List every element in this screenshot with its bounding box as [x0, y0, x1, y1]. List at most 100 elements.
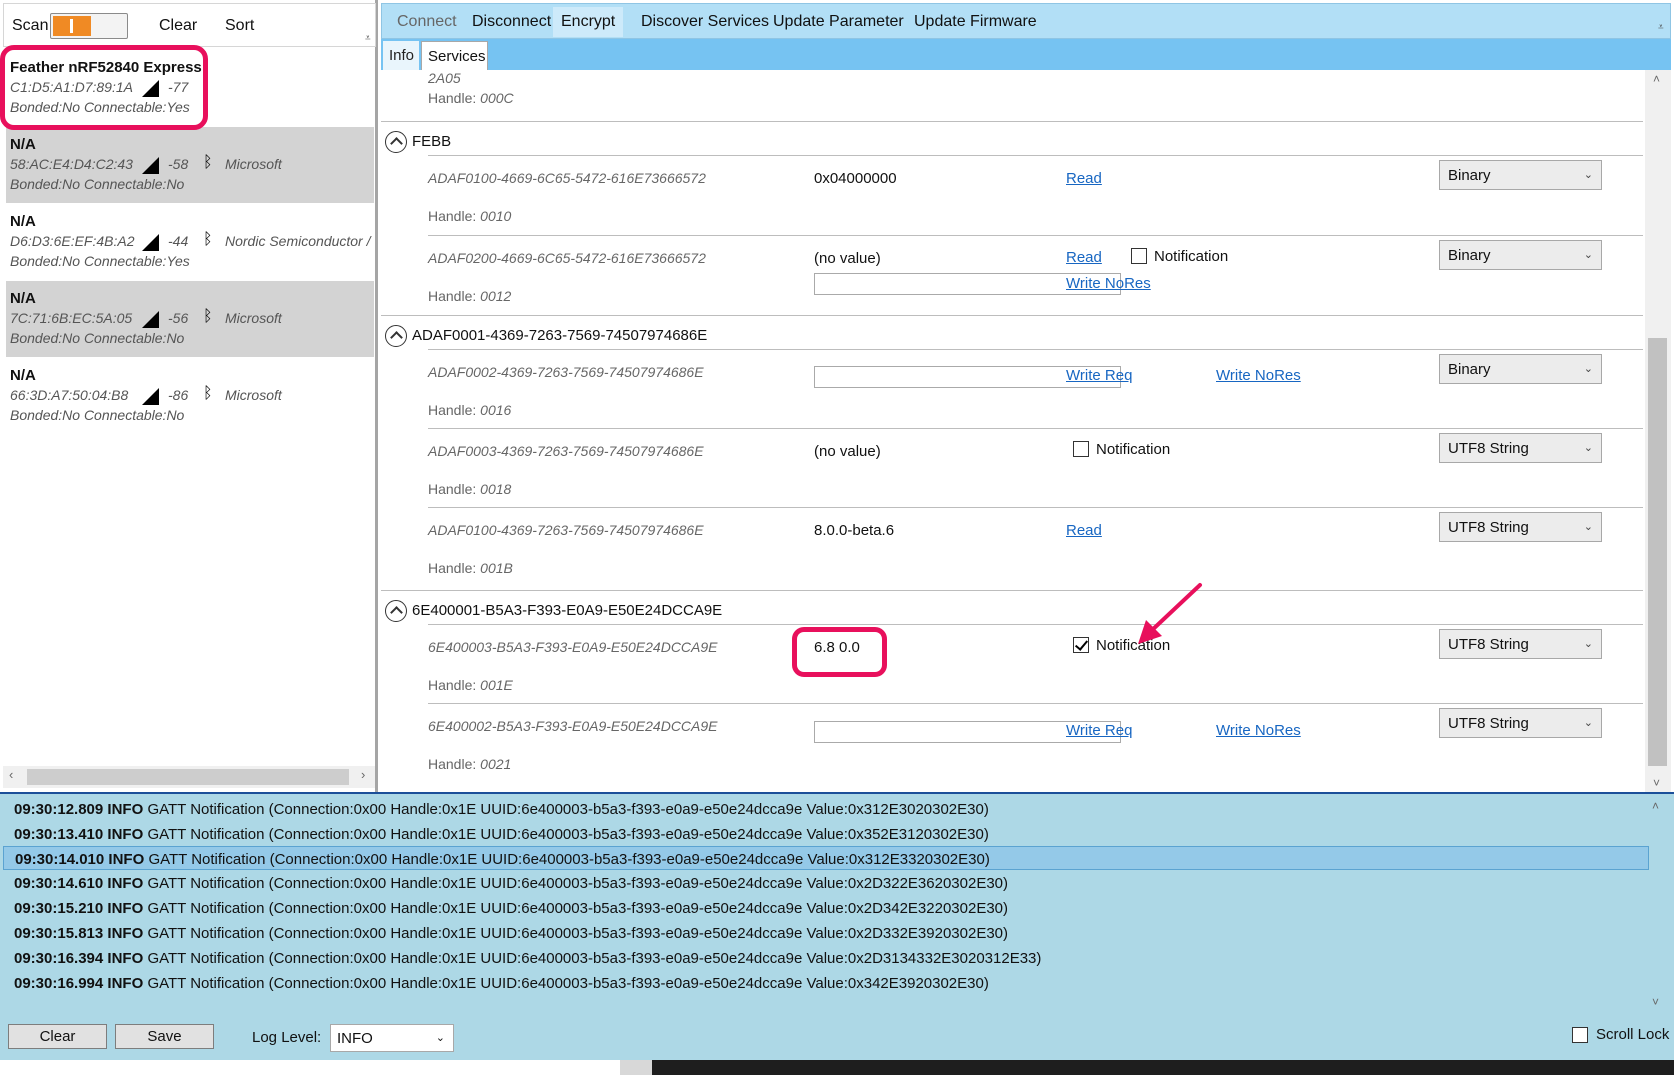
- vertical-scrollbar[interactable]: ˄ ˅: [1645, 70, 1671, 792]
- update-parameter-button[interactable]: Update Parameter: [773, 13, 904, 31]
- write-nores-link[interactable]: Write NoRes: [1216, 722, 1301, 739]
- save-log-button[interactable]: Save: [115, 1024, 214, 1049]
- chevron-down-icon: ⌄: [1583, 717, 1593, 729]
- clear-devices-button[interactable]: Clear: [159, 17, 197, 35]
- chevron-down-icon: ⌄: [1583, 169, 1593, 181]
- chevron-down-icon: ⌄: [1583, 521, 1593, 533]
- overflow-menu-icon[interactable]: ⩡: [1658, 22, 1664, 33]
- log-line[interactable]: 09:30:16.994 INFO GATT Notification (Con…: [3, 971, 1649, 995]
- format-dropdown[interactable]: UTF8 String ⌄: [1439, 433, 1602, 463]
- characteristic-value: (no value): [814, 250, 881, 267]
- write-nores-link[interactable]: Write NoRes: [1216, 367, 1301, 384]
- service-uuid: FEBB: [412, 133, 452, 150]
- characteristic-uuid: ADAF0200-4669-6C65-5472-616E73666572: [428, 250, 706, 266]
- service-header[interactable]: 6E400001-B5A3-F393-E0A9-E50E24DCCA9E: [381, 590, 1643, 624]
- characteristic-row: ADAF0200-4669-6C65-5472-616E73666572 Han…: [428, 235, 1643, 315]
- notification-checkbox[interactable]: [1073, 441, 1089, 457]
- device-item[interactable]: N/A 66:3D:A7:50:04:B8 -86 ᛒ Microsoft Bo…: [6, 358, 374, 434]
- log-scrollbar[interactable]: ˄ ˅: [1648, 797, 1668, 1011]
- write-req-link[interactable]: Write Req: [1066, 722, 1132, 739]
- annotation-arrow-icon: [1138, 583, 1202, 644]
- device-item[interactable]: N/A D6:D3:6E:EF:4B:A2 -44 ᛒ Nordic Semic…: [6, 204, 374, 280]
- characteristic-handle: Handle: 0021: [428, 756, 512, 772]
- scroll-down-icon[interactable]: ˅: [1653, 776, 1660, 790]
- format-dropdown[interactable]: Binary ⌄: [1439, 240, 1602, 270]
- format-dropdown[interactable]: UTF8 String ⌄: [1439, 629, 1602, 659]
- format-dropdown[interactable]: Binary ⌄: [1439, 160, 1602, 190]
- scroll-down-icon[interactable]: ˅: [1652, 995, 1659, 1009]
- notification-checkbox[interactable]: [1131, 248, 1147, 264]
- device-item[interactable]: N/A 7C:71:6B:EC:5A:05 -56 ᛒ Microsoft Bo…: [6, 281, 374, 357]
- bluetooth-icon: ᛒ: [203, 385, 213, 402]
- chevron-down-icon: ⌄: [435, 1032, 445, 1044]
- signal-strength-icon: [142, 388, 159, 405]
- device-list-panel: Scan Clear Sort ⩡ Feather nRF52840 Expre…: [0, 0, 378, 792]
- log-line[interactable]: 09:30:13.410 INFO GATT Notification (Con…: [3, 822, 1649, 846]
- log-line[interactable]: 09:30:12.809 INFO GATT Notification (Con…: [3, 797, 1649, 821]
- write-req-link[interactable]: Write Req: [1066, 367, 1132, 384]
- horizontal-scrollbar[interactable]: ‹ ›: [3, 766, 375, 788]
- collapse-chevron-icon[interactable]: [385, 325, 407, 347]
- characteristic-row: 6E400002-B5A3-F393-E0A9-E50E24DCCA9E Han…: [428, 703, 1643, 783]
- format-dropdown[interactable]: UTF8 String ⌄: [1439, 512, 1602, 542]
- device-status: Bonded:No Connectable:No: [10, 176, 185, 192]
- scan-toggle-knob: [53, 16, 91, 36]
- characteristic-value: 0x04000000: [814, 170, 897, 187]
- device-status: Bonded:No Connectable:No: [10, 330, 185, 346]
- clear-log-button[interactable]: Clear: [8, 1024, 107, 1049]
- chevron-down-icon: ⌄: [1583, 638, 1593, 650]
- service-header[interactable]: ADAF0001-4369-7263-7569-74507974686E: [381, 315, 1643, 349]
- device-name: N/A: [10, 136, 36, 153]
- log-line-selected[interactable]: 09:30:14.010 INFO GATT Notification (Con…: [3, 846, 1649, 870]
- scrollbar-thumb[interactable]: [27, 769, 349, 785]
- scroll-up-icon[interactable]: ˄: [1653, 72, 1660, 86]
- disconnect-button[interactable]: Disconnect: [472, 13, 551, 31]
- device-address: 7C:71:6B:EC:5A:05: [10, 310, 133, 326]
- scroll-right-icon[interactable]: ›: [361, 767, 365, 782]
- connect-button[interactable]: Connect: [397, 13, 457, 31]
- log-line[interactable]: 09:30:15.813 INFO GATT Notification (Con…: [3, 921, 1649, 945]
- tab-services[interactable]: Services: [421, 41, 488, 70]
- notification-checkbox[interactable]: [1073, 637, 1089, 653]
- scrollbar-thumb[interactable]: [1648, 338, 1667, 766]
- log-line[interactable]: 09:30:14.610 INFO GATT Notification (Con…: [3, 871, 1649, 895]
- overflow-menu-icon[interactable]: ⩡: [365, 33, 371, 44]
- log-level-dropdown[interactable]: INFO ⌄: [330, 1024, 454, 1052]
- service-header[interactable]: FEBB: [381, 121, 1643, 155]
- characteristic-handle: Handle: 0012: [428, 288, 512, 304]
- collapse-chevron-icon[interactable]: [385, 131, 407, 153]
- characteristic-handle: Handle: 001E: [428, 677, 513, 693]
- collapse-chevron-icon[interactable]: [385, 600, 407, 622]
- characteristic-value: (no value): [814, 443, 881, 460]
- format-dropdown[interactable]: UTF8 String ⌄: [1439, 708, 1602, 738]
- device-item[interactable]: N/A 58:AC:E4:D4:C2:43 -58 ᛒ Microsoft Bo…: [6, 127, 374, 203]
- scroll-lock-checkbox[interactable]: [1572, 1027, 1588, 1043]
- log-line[interactable]: 09:30:16.394 INFO GATT Notification (Con…: [3, 946, 1649, 970]
- read-link[interactable]: Read: [1066, 522, 1102, 539]
- notification-label: Notification: [1154, 248, 1229, 265]
- read-link[interactable]: Read: [1066, 170, 1102, 187]
- device-vendor: Microsoft: [225, 156, 282, 172]
- read-link[interactable]: Read: [1066, 249, 1102, 266]
- characteristic-row: ADAF0100-4369-7263-7569-74507974686E Han…: [428, 507, 1643, 587]
- log-level-label: Log Level:: [252, 1029, 322, 1046]
- device-vendor: Microsoft: [225, 387, 282, 403]
- format-dropdown[interactable]: Binary ⌄: [1439, 354, 1602, 384]
- scan-toggle[interactable]: [50, 13, 128, 39]
- log-line[interactable]: 09:30:15.210 INFO GATT Notification (Con…: [3, 896, 1649, 920]
- signal-strength-icon: [142, 234, 159, 251]
- characteristic-row: ADAF0002-4369-7263-7569-74507974686E Han…: [428, 349, 1643, 429]
- bluetooth-icon: ᛒ: [203, 154, 213, 171]
- update-firmware-button[interactable]: Update Firmware: [914, 13, 1037, 31]
- tab-info[interactable]: Info: [383, 41, 419, 70]
- log-panel: 09:30:12.809 INFO GATT Notification (Con…: [0, 792, 1674, 1060]
- encrypt-button[interactable]: Encrypt: [553, 7, 624, 37]
- write-nores-link[interactable]: Write NoRes: [1066, 275, 1151, 292]
- device-rssi: -58: [168, 156, 189, 172]
- device-address: 66:3D:A7:50:04:B8: [10, 387, 129, 403]
- sort-devices-button[interactable]: Sort: [225, 17, 254, 35]
- discover-services-button[interactable]: Discover Services: [641, 13, 769, 31]
- scroll-up-icon[interactable]: ˄: [1652, 799, 1659, 813]
- characteristic-row: ADAF0100-4669-6C65-5472-616E73666572 Han…: [428, 155, 1643, 235]
- scroll-left-icon[interactable]: ‹: [9, 767, 13, 782]
